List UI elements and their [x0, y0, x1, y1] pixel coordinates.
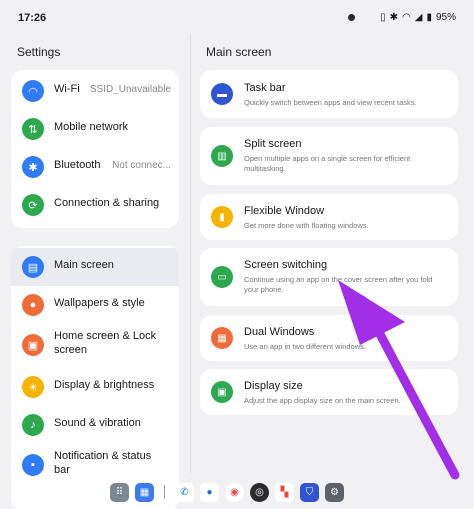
status-icons: ▯ ✱ ◠ ◢ ▮ 95%: [380, 12, 456, 23]
screen-switching-icon: ▭: [211, 266, 233, 288]
app-drawer-icon[interactable]: ⠿: [110, 482, 129, 502]
settings-item-label: Mobile network: [54, 121, 128, 133]
home-lock-icon: ▣: [22, 334, 44, 356]
settings-item-wallpapers-style[interactable]: ● Wallpapers & style: [11, 286, 179, 324]
display-size-icon: ▣: [211, 381, 233, 403]
dock-separator: [164, 485, 165, 499]
connectivity-card: ◠ Wi-Fi SSID_Unavailable ⇅ Mobile networ…: [11, 70, 179, 228]
settings-item-label: Wallpapers & style: [54, 297, 145, 309]
option-description: Use an app in two different windows.: [244, 342, 367, 351]
settings-gear-icon[interactable]: ⚙: [325, 482, 344, 502]
mobile-network-icon: ⇅: [22, 118, 44, 140]
settings-item-home-lock-screen[interactable]: ▣ Home screen & Lock screen: [11, 324, 179, 366]
wifi-icon: ◠: [22, 80, 44, 102]
brightness-icon: ☀: [22, 376, 44, 398]
wifi-icon: ◠: [402, 12, 411, 23]
settings-item-mobile-network[interactable]: ⇅ Mobile network: [11, 110, 179, 148]
main-screen-title: Main screen: [206, 45, 272, 59]
front-camera: [348, 14, 355, 21]
settings-item-label: Home screen & Lock screen: [54, 330, 157, 356]
bluetooth-icon: ✱: [389, 12, 399, 23]
option-display-size[interactable]: ▣ Display size Adjust the app display si…: [200, 369, 458, 415]
settings-item-bluetooth[interactable]: ✱ Bluetooth Not connec...: [11, 148, 179, 186]
settings-item-label: Notification & status bar: [54, 450, 152, 476]
settings-item-label: Bluetooth: [54, 159, 101, 171]
option-description: Open multiple apps on a single screen fo…: [244, 154, 411, 173]
settings-item-wifi[interactable]: ◠ Wi-Fi SSID_Unavailable: [11, 72, 179, 110]
phone-icon[interactable]: ✆: [175, 482, 194, 502]
option-description: Continue using an app on the cover scree…: [244, 275, 433, 294]
settings-item-label: Connection & sharing: [54, 197, 160, 209]
option-description: Get more done with floating windows.: [244, 221, 369, 230]
option-title: Screen switching: [244, 259, 328, 271]
option-title: Display size: [244, 380, 303, 392]
taskbar-icon: ▬: [211, 83, 233, 105]
settings-item-connection-sharing[interactable]: ⟳ Connection & sharing: [11, 186, 179, 224]
taskbar-dock: ⠿ ▦ ✆ ● ◉ ◎ ▚ ⛉ ⚙: [110, 477, 344, 507]
settings-item-label: Main screen: [54, 259, 114, 271]
battery-level: 95%: [435, 12, 456, 23]
option-title: Split screen: [244, 138, 302, 150]
split-screen-icon: ▥: [211, 145, 233, 167]
settings-title: Settings: [17, 45, 61, 59]
option-description: Adjust the app display size on the main …: [244, 396, 401, 405]
battery-icon: ▮: [426, 12, 432, 23]
chrome-icon[interactable]: ◉: [225, 482, 244, 502]
dual-windows-icon: ▦: [211, 327, 233, 349]
security-icon[interactable]: ⛉: [300, 482, 319, 502]
option-screen-switching[interactable]: ▭ Screen switching Continue using an app…: [200, 248, 458, 306]
bell-icon: ♪: [22, 414, 44, 436]
option-title: Dual Windows: [244, 326, 315, 338]
pane-divider: [190, 34, 191, 474]
bluetooth-icon: ✱: [22, 156, 44, 178]
settings-item-label: Wi-Fi: [54, 83, 80, 95]
vibrate-icon: ▯: [380, 12, 386, 23]
option-split-screen[interactable]: ▥ Split screen Open multiple apps on a s…: [200, 127, 458, 185]
camera-icon[interactable]: ◎: [250, 482, 269, 502]
status-bar: 17:26 ▯ ✱ ◠ ◢ ▮ 95%: [0, 0, 474, 34]
signal-icon: ◢: [414, 12, 423, 23]
main-screen-icon: ▤: [22, 256, 44, 278]
option-description: Quickly switch between apps and view rec…: [244, 98, 417, 107]
settings-item-value: SSID_Unavailable: [89, 84, 171, 95]
settings-pane: Settings ◠ Wi-Fi SSID_Unavailable ⇅ Mobi…: [0, 34, 190, 509]
option-dual-windows[interactable]: ▦ Dual Windows Use an app in two differe…: [200, 315, 458, 361]
toolbox-icon[interactable]: ▚: [275, 482, 294, 502]
option-flexible-window[interactable]: ▮ Flexible Window Get more done with flo…: [200, 194, 458, 240]
option-task-bar[interactable]: ▬ Task bar Quickly switch between apps a…: [200, 70, 458, 118]
device-card: ▤ Main screen ● Wallpapers & style ▣ Hom…: [11, 246, 179, 509]
status-time: 17:26: [18, 12, 47, 24]
notification-icon: ▪: [22, 454, 44, 476]
flexible-window-icon: ▮: [211, 206, 233, 228]
connection-sharing-icon: ⟳: [22, 194, 44, 216]
files-icon[interactable]: ▦: [135, 482, 154, 502]
settings-item-label: Display & brightness: [54, 379, 155, 391]
option-title: Flexible Window: [244, 205, 325, 217]
settings-item-value: Not connec...: [112, 160, 171, 171]
settings-item-main-screen[interactable]: ▤ Main screen: [11, 248, 179, 286]
settings-item-display-brightness[interactable]: ☀ Display & brightness: [11, 368, 179, 406]
settings-item-label: Sound & vibration: [54, 417, 141, 429]
palette-icon: ●: [22, 294, 44, 316]
option-title: Task bar: [244, 82, 286, 94]
messages-icon[interactable]: ●: [200, 482, 219, 502]
settings-item-sound-vibration[interactable]: ♪ Sound & vibration: [11, 406, 179, 444]
